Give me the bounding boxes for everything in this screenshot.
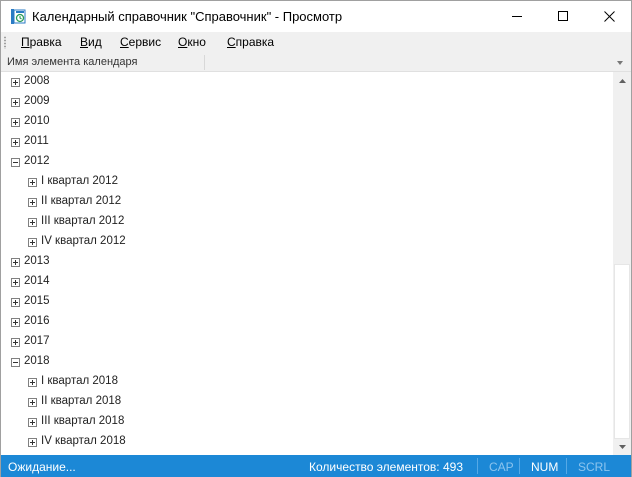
expand-icon[interactable] bbox=[11, 78, 20, 87]
chevron-up-icon bbox=[618, 78, 626, 83]
menu-1[interactable]: Вид bbox=[80, 35, 102, 49]
tree-node-year[interactable]: 2009 bbox=[1, 92, 613, 112]
column-header: Имя элемента календаря bbox=[1, 53, 631, 72]
status-separator bbox=[566, 458, 567, 474]
expand-icon[interactable] bbox=[28, 178, 37, 187]
tree-node-year[interactable]: 2017 bbox=[1, 332, 613, 352]
tree-node-label: 2016 bbox=[24, 315, 50, 327]
tree-node-label: II квартал 2012 bbox=[41, 195, 122, 207]
expand-icon[interactable] bbox=[28, 398, 37, 407]
expand-icon[interactable] bbox=[11, 258, 20, 267]
expand-icon[interactable] bbox=[11, 338, 20, 347]
window-title: Календарный справочник "Справочник" - Пр… bbox=[32, 9, 343, 24]
element-count: Количество элементов: 493 bbox=[309, 460, 463, 474]
tree-node-quarter[interactable]: IV квартал 2012 bbox=[1, 232, 613, 252]
tree-node-year[interactable]: 2015 bbox=[1, 292, 613, 312]
expand-icon[interactable] bbox=[28, 218, 37, 227]
status-bar: Ожидание... Количество элементов: 493 CA… bbox=[1, 455, 631, 477]
expand-icon[interactable] bbox=[11, 98, 20, 107]
tree-node-year[interactable]: 2012 bbox=[1, 152, 613, 172]
tree-node-quarter[interactable]: I квартал 2012 bbox=[1, 172, 613, 192]
toolbar-grip[interactable] bbox=[4, 36, 6, 49]
tree-node-quarter[interactable]: III квартал 2012 bbox=[1, 212, 613, 232]
tree-node-year[interactable]: 2014 bbox=[1, 272, 613, 292]
tree-node-label: IV квартал 2018 bbox=[41, 435, 126, 447]
expand-icon[interactable] bbox=[11, 318, 20, 327]
tree-node-label: I квартал 2012 bbox=[41, 175, 118, 187]
tree-node-year[interactable]: 2016 bbox=[1, 312, 613, 332]
tree-node-year[interactable]: 2013 bbox=[1, 252, 613, 272]
menu-0[interactable]: Правка bbox=[21, 35, 62, 49]
app-window: Календарный справочник "Справочник" - Пр… bbox=[0, 0, 632, 477]
calendar-app-icon[interactable] bbox=[10, 8, 26, 25]
expand-icon[interactable] bbox=[11, 118, 20, 127]
tree-node-label: 2011 bbox=[24, 135, 49, 147]
vertical-scrollbar[interactable] bbox=[613, 72, 631, 455]
column-header-name[interactable]: Имя элемента календаря bbox=[7, 56, 138, 68]
tree-node-year[interactable]: 2011 bbox=[1, 132, 613, 152]
tree-node-quarter[interactable]: II квартал 2018 bbox=[1, 392, 613, 412]
tree-node-year[interactable]: 2008 bbox=[1, 72, 613, 92]
tree-node-year[interactable]: 2018 bbox=[1, 352, 613, 372]
title-bar[interactable]: Календарный справочник "Справочник" - Пр… bbox=[1, 1, 631, 32]
tree-node-label: 2010 bbox=[24, 115, 50, 127]
chevron-down-icon bbox=[618, 444, 626, 449]
maximize-button[interactable] bbox=[540, 1, 586, 32]
tree-node-label: III квартал 2012 bbox=[41, 215, 125, 227]
collapse-icon[interactable] bbox=[11, 358, 20, 367]
expand-icon[interactable] bbox=[28, 378, 37, 387]
maximize-icon bbox=[557, 11, 568, 21]
close-icon bbox=[603, 11, 615, 22]
scroll-down-button[interactable] bbox=[613, 438, 631, 455]
scroll-up-button[interactable] bbox=[613, 72, 631, 89]
status-separator bbox=[477, 458, 478, 474]
tree-node-label: 2015 bbox=[24, 295, 50, 307]
tree-node-quarter[interactable]: I квартал 2018 bbox=[1, 372, 613, 392]
tree-node-label: 2008 bbox=[24, 75, 50, 87]
expand-icon[interactable] bbox=[28, 438, 37, 447]
expand-icon[interactable] bbox=[11, 298, 20, 307]
menu-bar: Правка Вид Сервис Окно Справка bbox=[1, 32, 631, 53]
tree-node-label: II квартал 2018 bbox=[41, 395, 122, 407]
collapse-icon[interactable] bbox=[11, 158, 20, 167]
expand-icon[interactable] bbox=[28, 418, 37, 427]
expand-icon[interactable] bbox=[11, 278, 20, 287]
tree-node-quarter[interactable]: IV квартал 2018 bbox=[1, 432, 613, 452]
expand-icon[interactable] bbox=[11, 138, 20, 147]
tree-node-quarter[interactable]: III квартал 2018 bbox=[1, 412, 613, 432]
status-indicator-num: NUM bbox=[531, 460, 559, 474]
tree-node-label: IV квартал 2012 bbox=[41, 235, 126, 247]
tree-node-label: I квартал 2018 bbox=[41, 375, 118, 387]
tree-node-label: 2012 bbox=[24, 155, 50, 167]
status-indicator-cap: CAP bbox=[489, 460, 514, 474]
tree-node-label: 2018 bbox=[24, 355, 50, 367]
close-button[interactable] bbox=[586, 1, 632, 32]
scroll-track[interactable] bbox=[613, 89, 631, 439]
tree-node-label: 2009 bbox=[24, 95, 50, 107]
tree-node-label: 2013 bbox=[24, 255, 50, 267]
calendar-tree: 2008 2009 2010 2011 2012 I квартал 2012 II ква… bbox=[1, 72, 613, 455]
scroll-thumb[interactable] bbox=[614, 264, 630, 439]
tree-node-year[interactable]: 2010 bbox=[1, 112, 613, 132]
column-separator[interactable] bbox=[204, 55, 205, 70]
tree-node-quarter[interactable]: II квартал 2012 bbox=[1, 192, 613, 212]
column-dropdown-icon[interactable] bbox=[617, 61, 623, 65]
tree-node-label: III квартал 2018 bbox=[41, 415, 125, 427]
menu-4[interactable]: Справка bbox=[227, 35, 274, 49]
minimize-icon bbox=[511, 16, 522, 17]
expand-icon[interactable] bbox=[28, 198, 37, 207]
tree-node-label: 2017 bbox=[24, 335, 50, 347]
tree-node-label: 2014 bbox=[24, 275, 50, 287]
minimize-button[interactable] bbox=[494, 1, 540, 32]
status-message: Ожидание... bbox=[8, 460, 76, 474]
menu-3[interactable]: Окно bbox=[178, 35, 206, 49]
menu-2[interactable]: Сервис bbox=[120, 35, 161, 49]
expand-icon[interactable] bbox=[28, 238, 37, 247]
status-indicator-scrl: SCRL bbox=[578, 460, 611, 474]
status-separator bbox=[519, 458, 520, 474]
